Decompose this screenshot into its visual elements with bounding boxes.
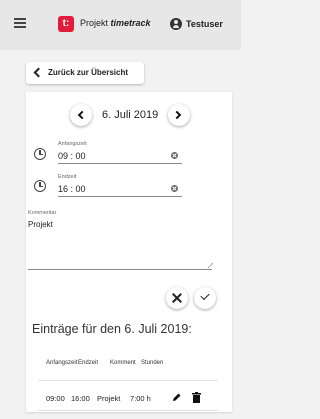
clock-icon: [34, 148, 46, 160]
resize-handle-icon[interactable]: [208, 263, 213, 268]
chevron-left-icon: [33, 67, 44, 78]
table-divider: [38, 410, 218, 411]
clear-icon[interactable]: [171, 185, 178, 192]
user-menu[interactable]: Testuser: [170, 15, 223, 33]
start-time-label: Anfangszeit: [58, 141, 87, 147]
check-icon: [200, 290, 210, 301]
app-title-prefix: Projekt: [80, 18, 109, 28]
trash-icon[interactable]: [192, 392, 201, 403]
chevron-left-icon: [77, 110, 87, 120]
cell-comment: Projekt: [97, 394, 121, 403]
clock-icon: [34, 180, 46, 192]
previous-day-button[interactable]: [70, 104, 92, 126]
comment-underline: [28, 269, 212, 270]
cell-start: 09:00: [46, 394, 65, 403]
back-to-overview-button[interactable]: Zurück zur Übersicht: [26, 62, 144, 84]
app-bar: t: Projekt timetrack Testuser: [0, 0, 241, 50]
back-button-label: Zurück zur Übersicht: [48, 68, 129, 77]
end-time-label: Endzeit: [58, 174, 77, 180]
save-button[interactable]: [194, 287, 216, 309]
user-name: Testuser: [186, 19, 223, 29]
end-time-underline: [58, 196, 182, 197]
column-header-start: Anfangszeit: [46, 360, 78, 366]
column-header-end: Endzeit: [78, 360, 99, 366]
start-time-underline: [58, 163, 182, 164]
entry-card: 6. Juli 2019 Anfangszeit 09 : 00 Endzeit…: [26, 92, 232, 412]
cell-hours: 7:00 h: [130, 394, 151, 403]
start-time-input[interactable]: 09 : 00: [58, 151, 86, 161]
entries-heading: Einträge für den 6. Juli 2019:: [32, 322, 192, 336]
chevron-right-icon: [172, 110, 182, 120]
comment-label: Kommentar: [28, 210, 57, 216]
app-title-name: timetrack: [110, 18, 151, 28]
current-date: 6. Juli 2019: [102, 109, 159, 121]
column-header-comment: Komment: [110, 360, 136, 366]
comment-textarea[interactable]: Projekt: [28, 220, 53, 229]
table-divider: [38, 380, 218, 381]
clear-icon[interactable]: [171, 152, 178, 159]
cell-end: 16:00: [71, 394, 90, 403]
cancel-button[interactable]: [166, 287, 188, 309]
account-circle-icon: [170, 18, 182, 30]
next-day-button[interactable]: [168, 104, 190, 126]
app-title: Projekt timetrack: [80, 18, 151, 28]
end-time-input[interactable]: 16 : 00: [58, 184, 86, 194]
pencil-icon[interactable]: [172, 392, 182, 402]
app-logo: t:: [58, 16, 74, 32]
column-header-hours: Stunden: [141, 360, 164, 366]
hamburger-icon[interactable]: [14, 18, 26, 28]
